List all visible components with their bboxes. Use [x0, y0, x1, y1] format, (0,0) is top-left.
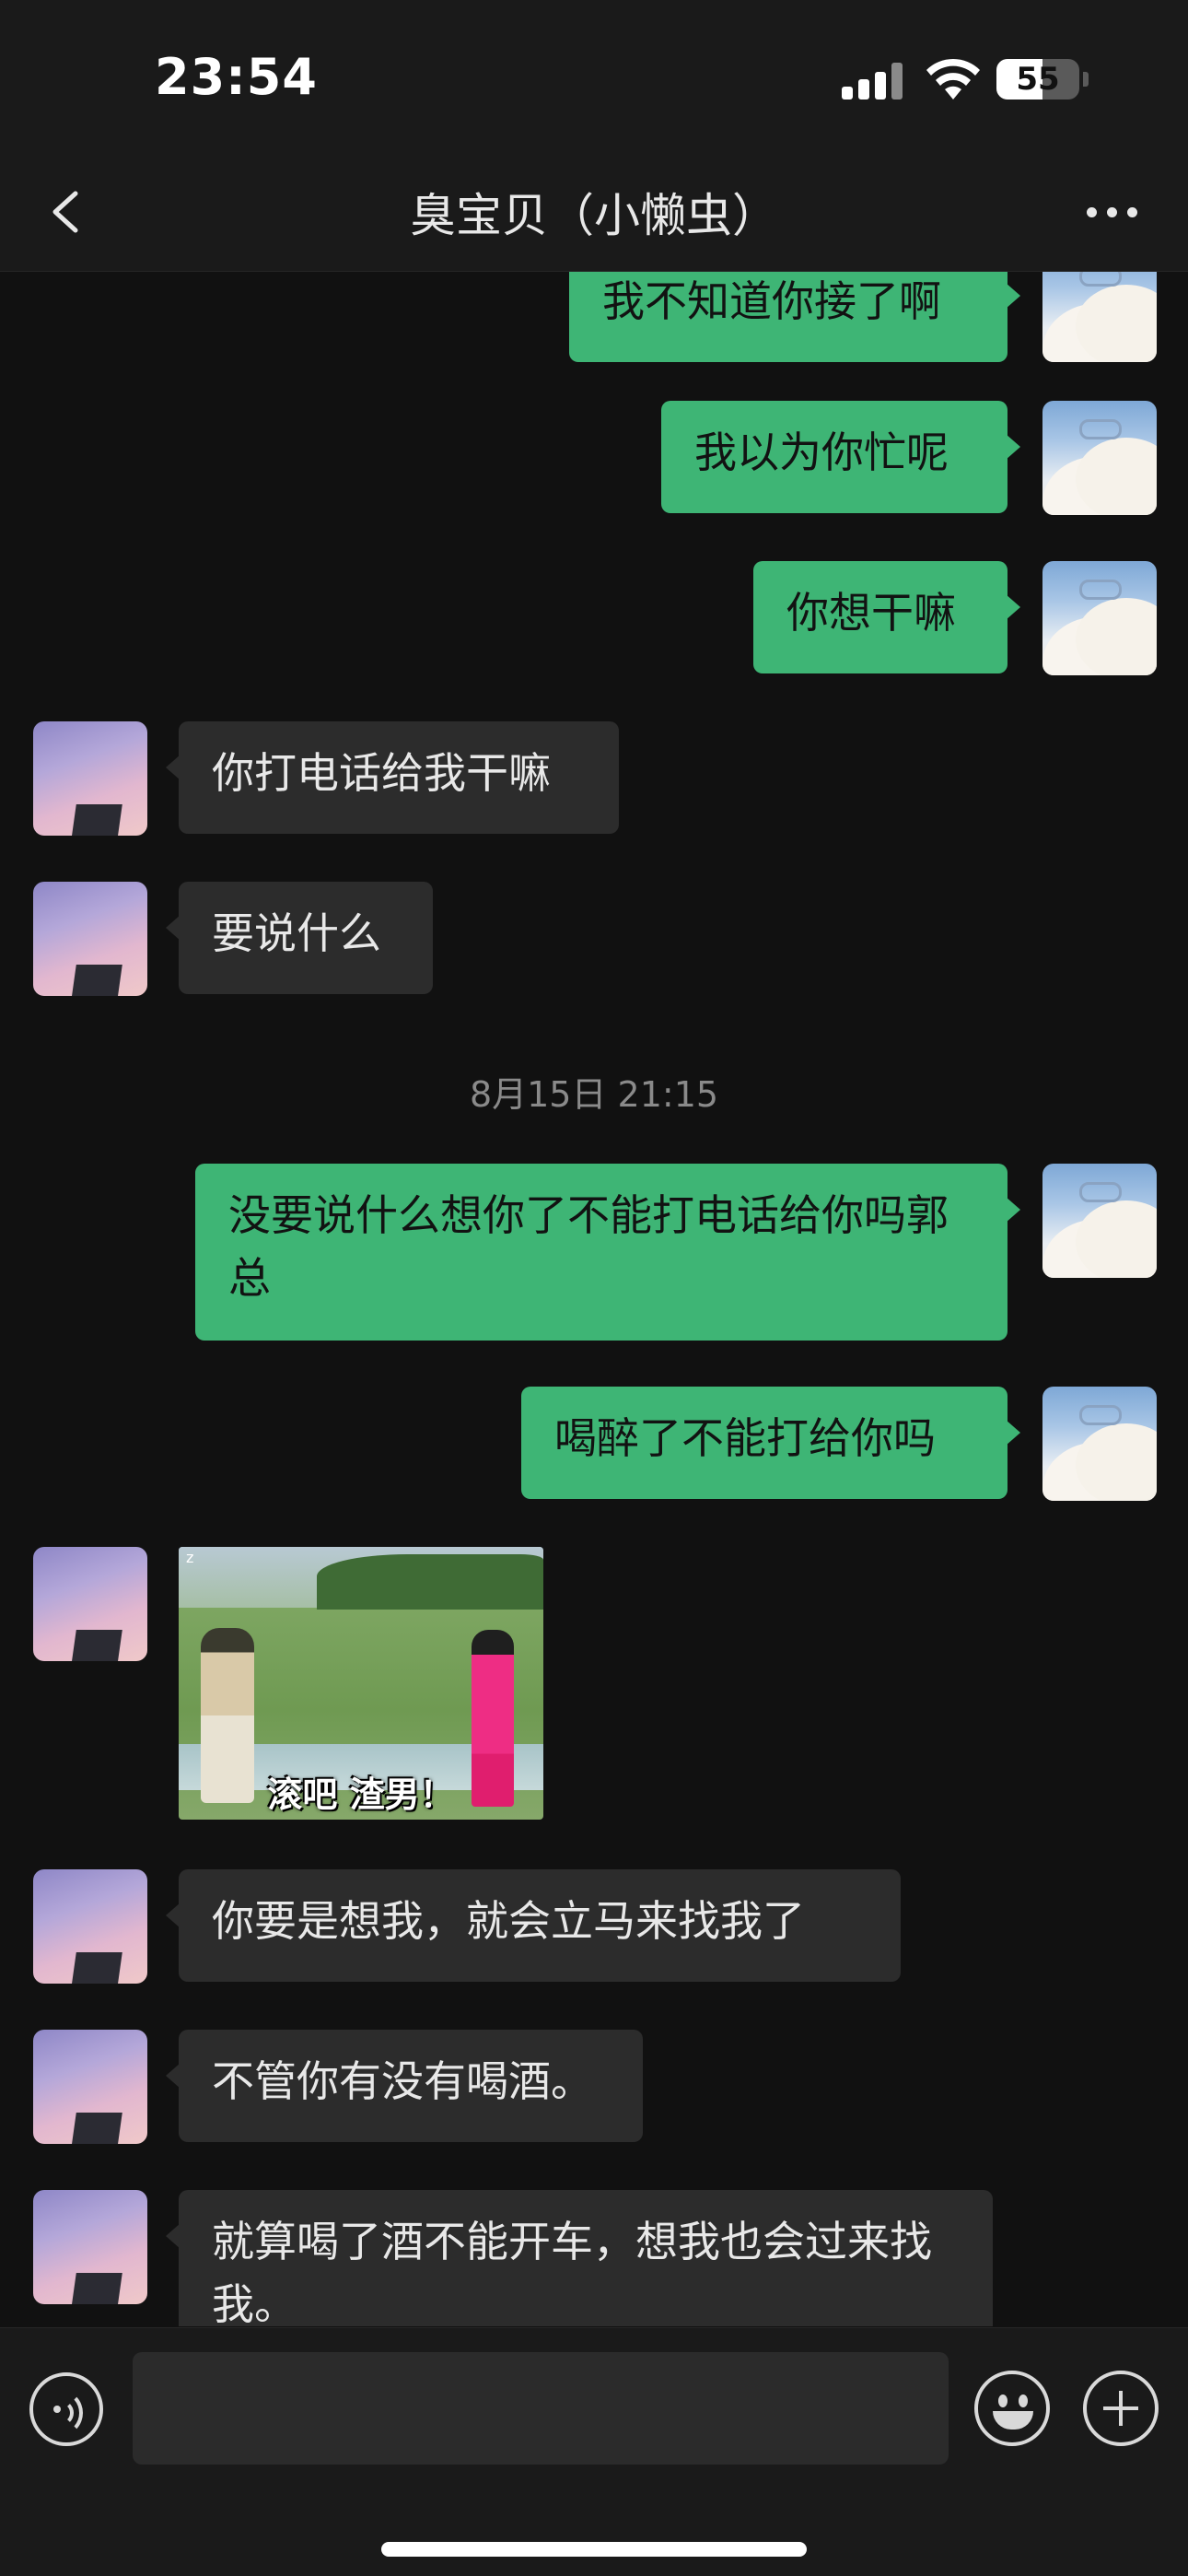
battery-tip	[1083, 72, 1089, 87]
my-avatar[interactable]	[1042, 401, 1157, 515]
message-bubble-incoming[interactable]: 你要是想我，就会立马来找我了	[166, 1869, 901, 1982]
sticker-trees	[317, 1554, 543, 1610]
my-avatar[interactable]	[1042, 561, 1157, 675]
sticker-message[interactable]: z 滚吧 渣男！	[179, 1547, 543, 1820]
chat-header: 臭宝贝（小懒虫）	[0, 157, 1188, 272]
chevron-left-icon[interactable]	[41, 182, 96, 241]
chat-title: 臭宝贝（小懒虫）	[410, 189, 778, 242]
message-bubble-incoming[interactable]: 要说什么	[166, 882, 433, 994]
message-bubble-incoming[interactable]: 就算喝了酒不能开车，想我也会过来找我。	[166, 2190, 993, 2326]
my-avatar[interactable]	[1042, 1164, 1157, 1278]
wifi-icon	[926, 58, 980, 100]
contact-avatar[interactable]	[33, 2030, 147, 2144]
contact-avatar[interactable]	[33, 882, 147, 996]
sticker-caption: 滚吧 渣男！	[267, 1774, 455, 1815]
message-list[interactable]: 我不知道你接了啊 我以为你忙呢 你想干嘛 你打电话给我干嘛 要说什么 8月15日…	[0, 272, 1188, 2326]
message-bubble-outgoing[interactable]: 喝醉了不能打给你吗	[521, 1387, 1020, 1499]
contact-avatar[interactable]	[33, 1869, 147, 1984]
voice-icon[interactable]	[29, 2372, 103, 2446]
plus-icon[interactable]	[1083, 2371, 1159, 2446]
message-bubble-incoming[interactable]: 你打电话给我干嘛	[166, 721, 619, 834]
sticker-watermark-mark: z	[186, 1549, 194, 1566]
contact-avatar[interactable]	[33, 721, 147, 836]
message-bubble-outgoing[interactable]: 你想干嘛	[753, 561, 1020, 673]
message-bubble-incoming[interactable]: 不管你有没有喝酒。	[166, 2030, 643, 2142]
more-dots-icon[interactable]	[1079, 193, 1144, 230]
message-bubble-outgoing[interactable]: 我以为你忙呢	[661, 401, 1020, 513]
contact-avatar[interactable]	[33, 1547, 147, 1661]
status-time: 23:54	[155, 48, 318, 106]
contact-avatar[interactable]	[33, 2190, 147, 2304]
message-bubble-outgoing[interactable]: 没要说什么想你了不能打电话给你吗郭总	[195, 1164, 1020, 1341]
my-avatar[interactable]	[1042, 1387, 1157, 1501]
status-bar: 23:54 55	[0, 0, 1188, 157]
my-avatar[interactable]	[1042, 272, 1157, 362]
message-input[interactable]	[133, 2352, 949, 2465]
signal-icon	[842, 63, 903, 100]
message-bubble-outgoing[interactable]: 我不知道你接了啊	[569, 272, 1020, 362]
input-bar	[0, 2327, 1188, 2576]
battery-icon: 55	[996, 59, 1079, 100]
chat-screen: 23:54 55 臭宝贝（小懒虫） 我不知道你接了啊 我以为你忙呢 你想干嘛 你…	[0, 0, 1188, 2576]
battery-level: 55	[1016, 61, 1060, 98]
emoji-icon[interactable]	[974, 2371, 1050, 2446]
message-timestamp: 8月15日 21:15	[469, 1074, 719, 1115]
home-indicator[interactable]	[381, 2542, 807, 2557]
